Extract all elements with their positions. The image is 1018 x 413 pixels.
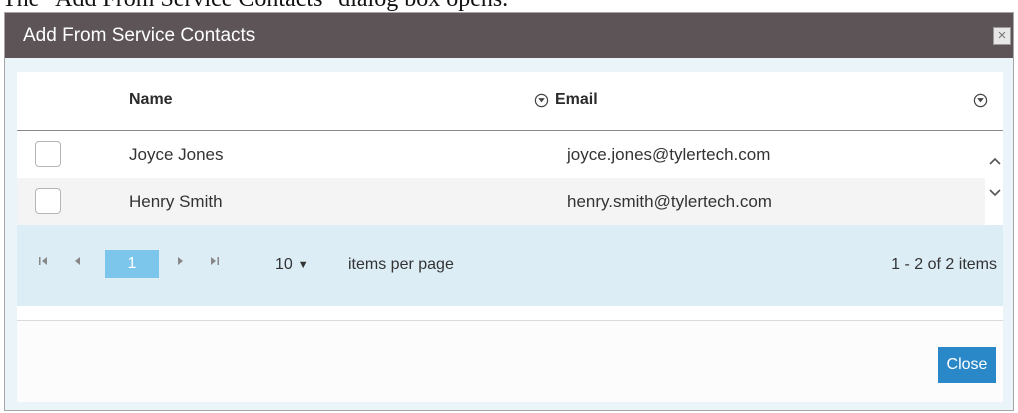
caption-text: The "Add From Service Contacts" dialog b…	[0, 0, 1018, 12]
cell-name: Henry Smith	[129, 192, 223, 211]
first-page-icon[interactable]	[35, 255, 51, 271]
row-checkbox[interactable]	[35, 141, 61, 167]
page-size-value: 10	[275, 256, 293, 273]
grid-pager: 1 10 ▼ items per page 1 - 2 of 2 items	[17, 225, 1003, 306]
filter-icon[interactable]	[973, 93, 988, 108]
previous-page-icon[interactable]	[69, 255, 85, 271]
cell-email: joyce.jones@tylertech.com	[567, 145, 771, 164]
add-from-service-contacts-dialog: Add From Service Contacts × Name Email J…	[4, 12, 1014, 411]
vertical-scrollbar[interactable]	[985, 131, 1003, 225]
close-icon[interactable]: ×	[993, 27, 1011, 45]
contacts-grid: Name Email Joyce Jones joyce.jones@tyler…	[17, 72, 1003, 342]
table-row[interactable]: Henry Smith henry.smith@tylertech.com	[17, 178, 985, 225]
chevron-down-icon[interactable]	[988, 187, 1002, 199]
dialog-footer: Close	[17, 320, 1003, 402]
current-page-button[interactable]: 1	[105, 250, 159, 278]
chevron-up-icon[interactable]	[988, 155, 1002, 167]
dialog-title: Add From Service Contacts	[23, 25, 256, 46]
next-page-icon[interactable]	[173, 255, 189, 271]
grid-header: Name Email	[17, 72, 1003, 131]
last-page-icon[interactable]	[207, 255, 223, 271]
filter-icon[interactable]	[534, 93, 549, 108]
column-header-name[interactable]: Name	[129, 91, 173, 109]
items-per-page-label: items per page	[348, 256, 454, 273]
close-button[interactable]: Close	[938, 347, 996, 383]
row-checkbox[interactable]	[35, 188, 61, 214]
pager-info: 1 - 2 of 2 items	[891, 256, 997, 273]
table-row[interactable]: Joyce Jones joyce.jones@tylertech.com	[17, 131, 985, 178]
caret-down-icon: ▼	[297, 259, 309, 271]
cell-name: Joyce Jones	[129, 145, 224, 164]
page-size-dropdown[interactable]: 10 ▼	[275, 256, 309, 274]
dialog-titlebar: Add From Service Contacts ×	[5, 13, 1013, 58]
column-header-email[interactable]: Email	[555, 91, 598, 109]
cell-email: henry.smith@tylertech.com	[567, 192, 772, 211]
